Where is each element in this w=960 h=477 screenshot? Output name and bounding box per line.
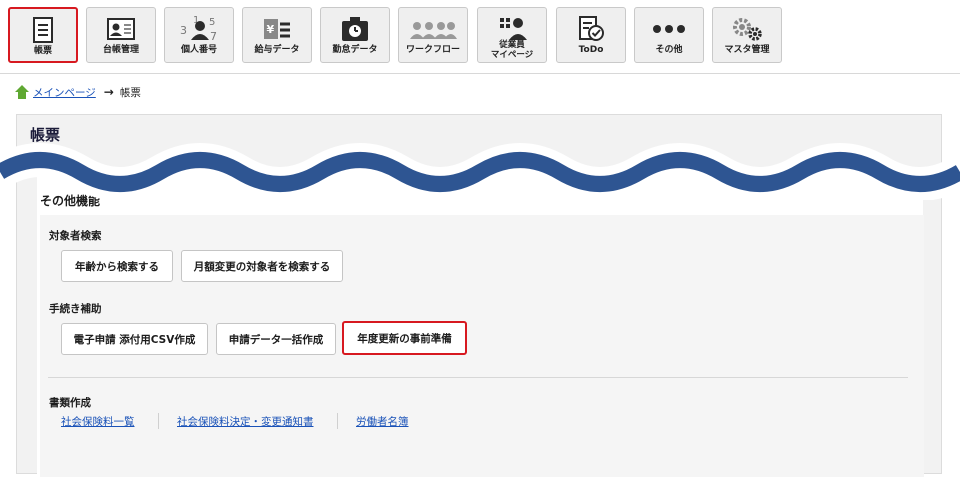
personal-number-icon: 3157 [179,13,219,45]
link-separator [158,413,159,429]
procedure-support-heading: 手続き補助 [49,303,102,315]
e-application-csv-button[interactable]: 電子申請 添付用CSV作成 [61,323,208,355]
nav-label: 給与データ [254,45,300,55]
target-search-heading: 対象者検索 [49,230,102,242]
divider [48,377,908,378]
nav-todo-button[interactable]: ToDo [556,7,626,63]
documents-heading: 書類作成 [49,397,91,409]
social-insurance-list-link[interactable]: 社会保険料一覧 [61,414,135,429]
nav-label: ToDo [578,45,604,55]
ledger-card-icon [106,13,136,45]
nav-label: 帳票 [33,46,52,56]
bulk-application-data-button[interactable]: 申請データ一括作成 [216,323,336,355]
nav-label: 個人番号 [180,45,217,55]
arrow-right-icon: → [103,85,114,99]
link-separator [337,413,338,429]
nav-other-button[interactable]: その他 [634,7,704,63]
nav-report-button[interactable]: 帳票 [8,7,78,63]
nav-label: ワークフロー [405,45,460,55]
nav-master-button[interactable]: マスタ管理 [712,7,782,63]
report-list-icon [31,14,55,46]
breadcrumb-current: 帳票 [119,86,141,99]
nav-salary-data-button[interactable]: ¥ 給与データ [242,7,312,63]
search-monthly-change-button[interactable]: 月額変更の対象者を検索する [181,250,343,282]
breadcrumb-home-link[interactable]: メインページ [33,85,96,100]
nav-label: 従業員 マイページ [490,40,534,60]
todo-check-icon [576,13,606,45]
nav-label: その他 [655,45,683,55]
svg-text:3: 3 [180,24,187,37]
home-icon[interactable] [14,84,30,100]
svg-text:¥: ¥ [267,23,275,36]
nav-personal-number-button[interactable]: 3157 個人番号 [164,7,234,63]
workflow-people-icon [409,13,457,45]
nav-ledger-button[interactable]: 台帳管理 [86,7,156,63]
wave-cut-decoration [0,143,960,200]
svg-text:5: 5 [209,17,215,28]
insurance-notice-link[interactable]: 社会保険料決定・変更通知書 [177,414,314,429]
worker-register-link[interactable]: 労働者名簿 [356,414,409,429]
salary-data-icon: ¥ [262,13,292,45]
attendance-clock-icon [340,13,370,45]
nav-attendance-button[interactable]: 勤怠データ [320,7,390,63]
svg-text:7: 7 [210,30,217,43]
nav-label: 勤怠データ [332,45,378,55]
gears-icon [729,13,765,45]
other-functions-box: 対象者検索 年齢から検索する 月額変更の対象者を検索する 手続き補助 電子申請 … [40,215,924,477]
nav-employee-mypage-button[interactable]: 従業員 マイページ [477,7,547,63]
top-navigation: 帳票 台帳管理 3157 個人番号 ¥ 給与データ 勤怠データ ワークフロー 従 [0,0,960,74]
annual-update-prep-button[interactable]: 年度更新の事前準備 [342,321,467,355]
more-dots-icon [652,13,686,45]
nav-label: 台帳管理 [102,45,139,55]
nav-label: マスタ管理 [724,45,770,55]
search-by-age-button[interactable]: 年齢から検索する [61,250,173,282]
nav-workflow-button[interactable]: ワークフロー [398,7,468,63]
other-functions-area: その他機能 対象者検索 年齢から検索する 月額変更の対象者を検索する 手続き補助… [37,177,924,477]
breadcrumb: メインページ → 帳票 [14,84,141,100]
